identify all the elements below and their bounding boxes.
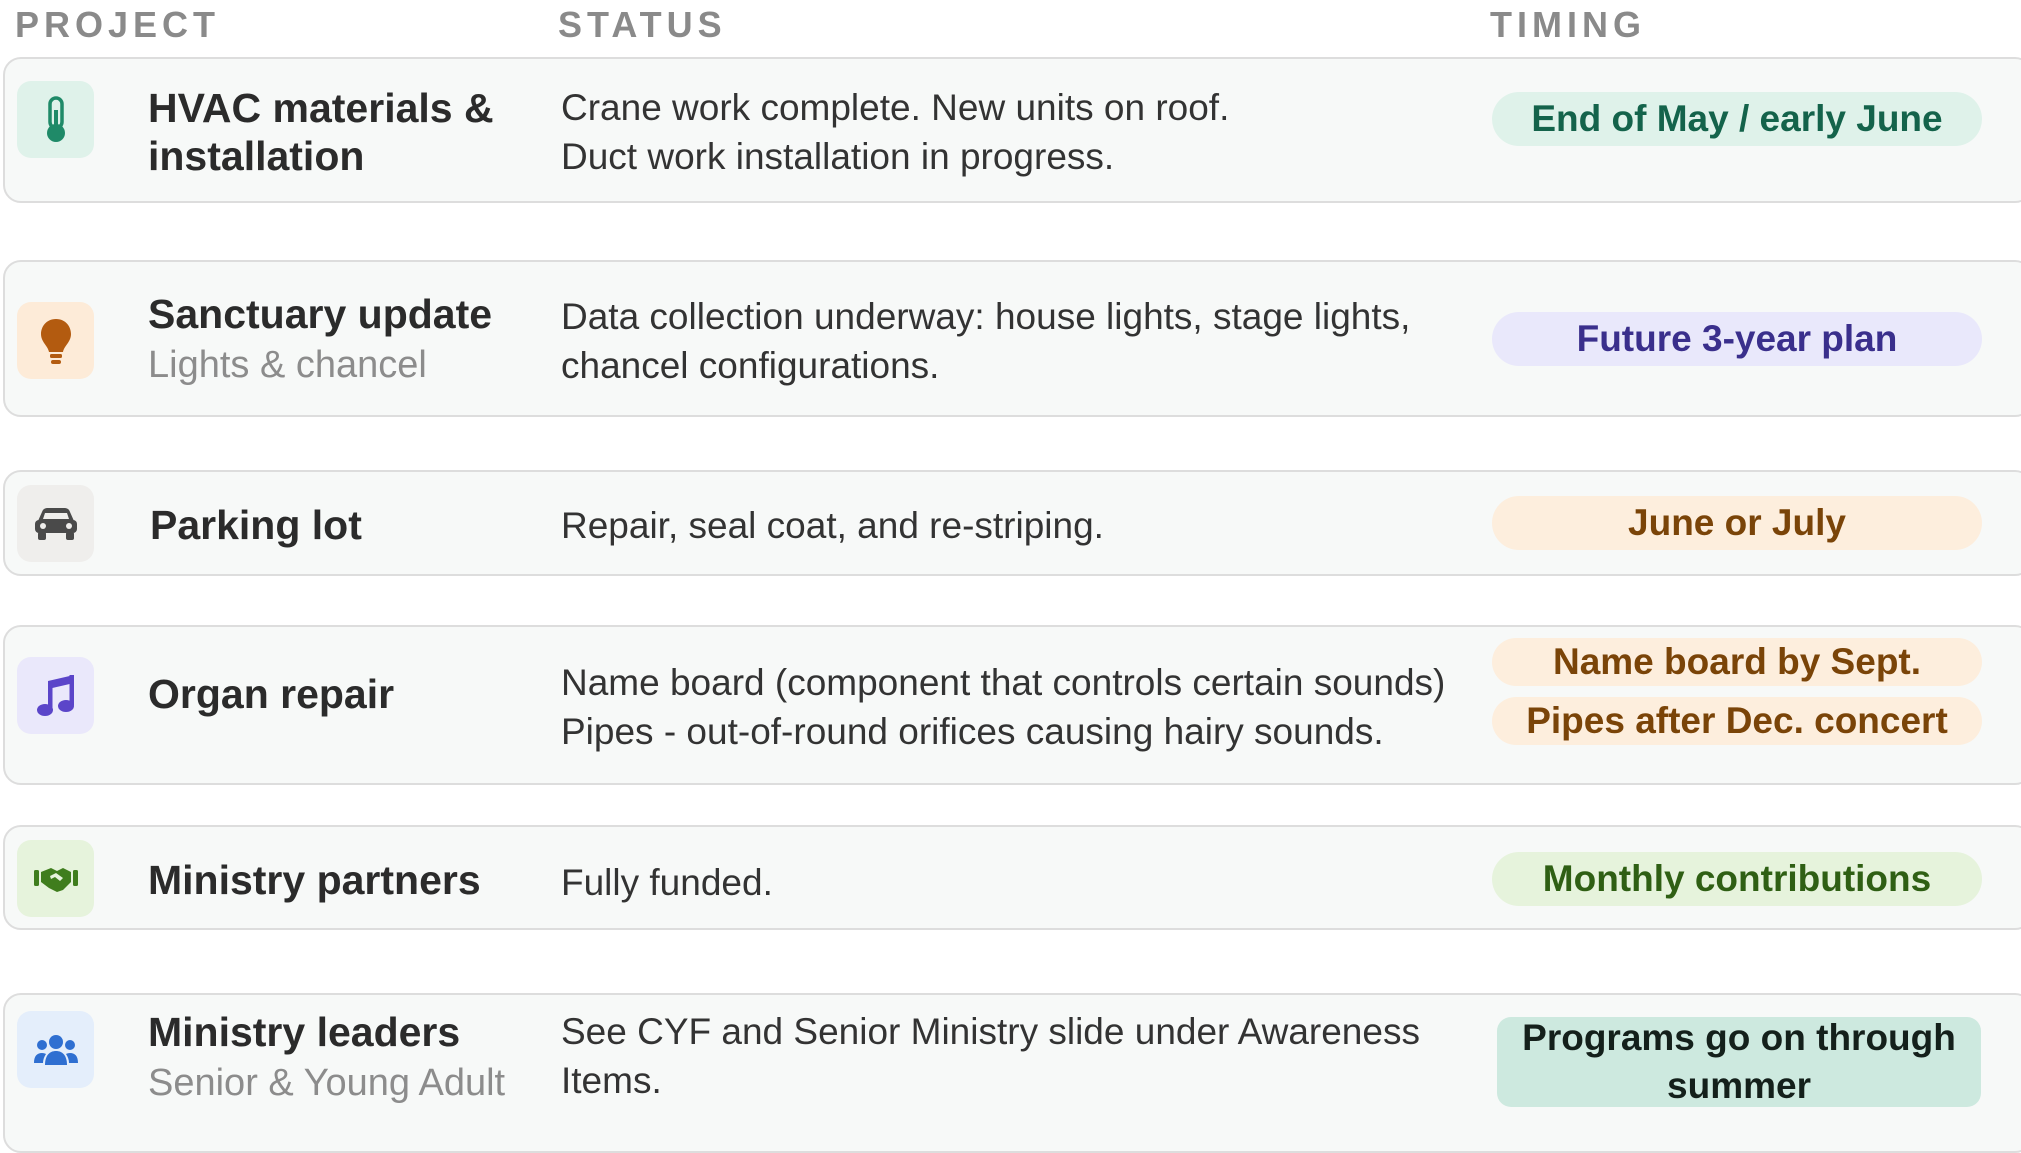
timing-badge: Pipes after Dec. concert (1492, 697, 1982, 745)
thermometer-icon (17, 81, 94, 158)
status-column-header: STATUS (558, 4, 727, 45)
project-row-leaders: Ministry leaders Senior & Young Adult Se… (3, 993, 2021, 1153)
timing-badge: End of May / early June (1492, 92, 1982, 146)
project-row-partners: Ministry partners Fully funded. Monthly … (3, 825, 2021, 930)
project-title: Ministry leaders (148, 1008, 461, 1055)
project-row-parking: Parking lot Repair, seal coat, and re-st… (3, 470, 2021, 576)
status-line: Fully funded. (561, 861, 773, 903)
status-line: Pipes - out-of-round orifices causing ha… (561, 711, 1384, 752)
users-icon (17, 1011, 94, 1088)
status-line: Duct work installation in progress. (561, 136, 1115, 177)
project-subtitle: Lights & chancel (148, 343, 427, 386)
status-line: See CYF and Senior Ministry slide under … (561, 1011, 1420, 1052)
project-title: Organ repair (148, 670, 395, 717)
status-line: Data collection underway: house lights, … (561, 295, 1411, 337)
lightbulb-icon (17, 302, 94, 379)
car-icon (17, 485, 94, 562)
project-title: Sanctuary update (148, 290, 493, 337)
status-line: Repair, seal coat, and re-striping. (561, 504, 1104, 546)
timing-badge: Programs go on through summer (1497, 1017, 1981, 1107)
music-note-icon (17, 657, 94, 734)
project-subtitle: Senior & Young Adult (148, 1061, 506, 1104)
timing-badge: Future 3-year plan (1492, 312, 1982, 366)
project-row-sanctuary: Sanctuary update Lights & chancel Data c… (3, 260, 2021, 417)
timing-badge: Monthly contributions (1492, 852, 1982, 906)
timing-badge: Name board by Sept. (1492, 638, 1982, 686)
timing-badge: June or July (1492, 496, 1982, 550)
status-line: Crane work complete. New units on roof. (561, 87, 1230, 128)
project-row-hvac: HVAC materials & installation Crane work… (3, 57, 2021, 203)
status-line: chancel configurations. (561, 344, 940, 386)
project-column-header: PROJECT (15, 4, 221, 45)
handshake-icon (17, 840, 94, 917)
timing-column-header: TIMING (1490, 4, 1646, 45)
project-title: Parking lot (150, 502, 362, 548)
project-title: Ministry partners (148, 856, 481, 903)
project-row-organ: Organ repair Name board (component that … (3, 625, 2021, 785)
status-line: Name board (component that controls cert… (561, 662, 1446, 703)
project-title: HVAC materials & installation (148, 85, 494, 179)
status-line: Items. (561, 1060, 662, 1101)
